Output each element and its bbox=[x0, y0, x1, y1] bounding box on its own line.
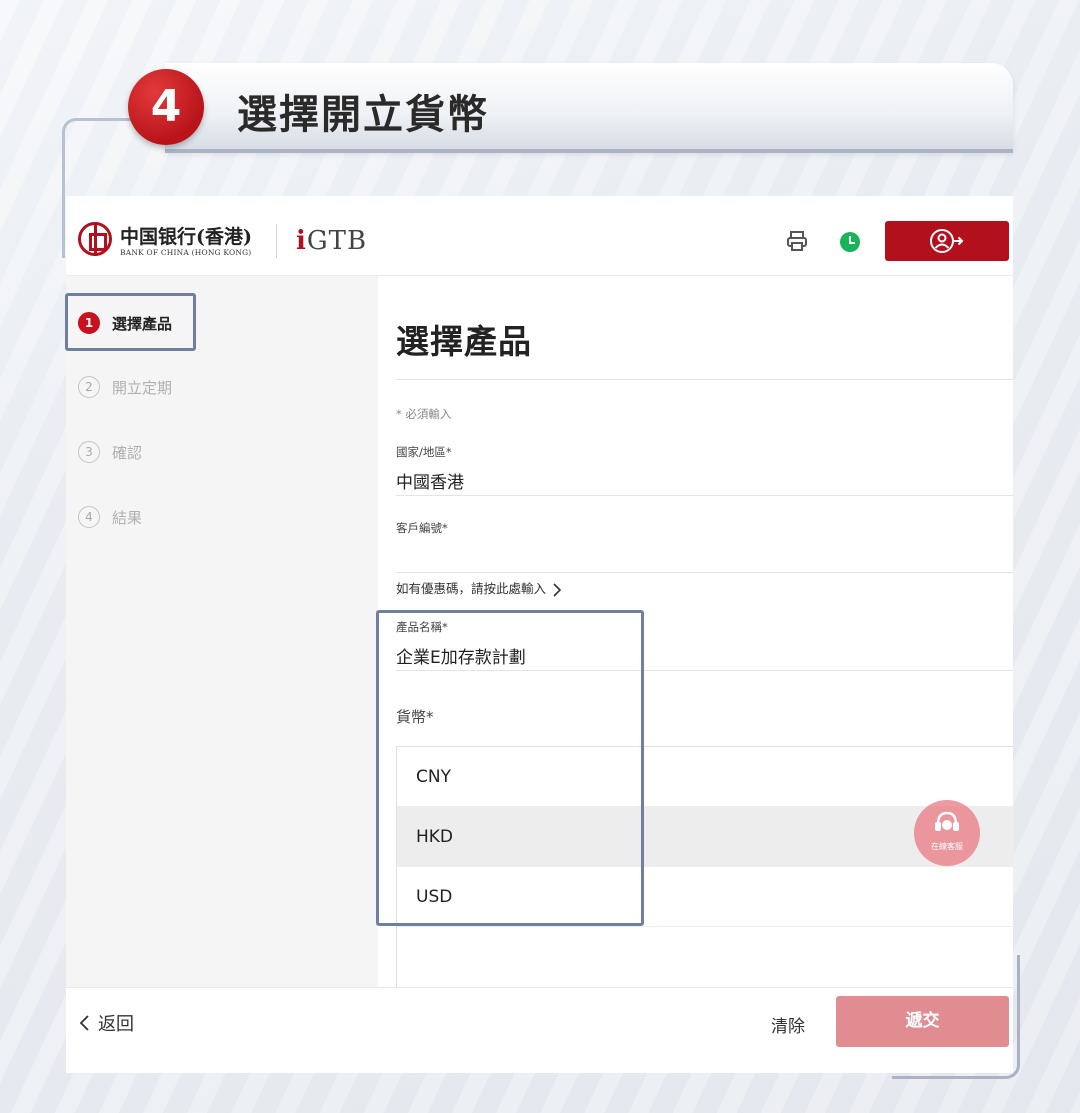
divider bbox=[396, 379, 1013, 380]
form-title: 選擇產品 bbox=[396, 322, 532, 361]
back-button[interactable]: 返回 bbox=[78, 1010, 134, 1036]
banner-title: 選擇開立貨幣 bbox=[237, 92, 489, 138]
highlight-box-currency bbox=[376, 610, 644, 926]
sidebar-step-3[interactable]: 3 確認 bbox=[78, 441, 142, 463]
customer-number-label: 客戶編號* bbox=[396, 521, 448, 535]
printer-icon[interactable] bbox=[786, 230, 808, 252]
highlight-box-step bbox=[65, 293, 196, 351]
country-value[interactable]: 中國香港 bbox=[396, 468, 464, 493]
wizard-sidebar: 1 選擇產品 2 開立定期 3 確認 4 結果 bbox=[66, 276, 378, 987]
divider bbox=[396, 572, 1013, 573]
headset-icon bbox=[935, 811, 959, 831]
divider bbox=[396, 495, 1013, 496]
required-note: * 必須輸入 bbox=[396, 407, 452, 421]
clock-icon[interactable] bbox=[840, 232, 860, 252]
sidebar-step-4[interactable]: 4 結果 bbox=[78, 506, 142, 528]
clear-button[interactable]: 清除 bbox=[771, 1012, 805, 1037]
promo-code-link[interactable]: 如有優惠碼，請按此處輸入 bbox=[396, 578, 562, 597]
chat-label: 在線客服 bbox=[931, 842, 963, 851]
customer-number-value[interactable] bbox=[396, 542, 696, 564]
logout-button[interactable] bbox=[885, 221, 1009, 261]
chevron-right-icon bbox=[553, 582, 562, 597]
sidebar-step-2[interactable]: 2 開立定期 bbox=[78, 376, 172, 398]
logo-english-text: BANK OF CHINA (HONG KONG) bbox=[120, 248, 252, 257]
igtb-logo: iGTB bbox=[296, 226, 368, 256]
chevron-left-icon bbox=[79, 1015, 89, 1031]
logo-divider bbox=[276, 224, 277, 258]
boc-logo-icon bbox=[78, 222, 112, 256]
bottom-bar: 返回 清除 遞交 bbox=[66, 987, 1013, 1073]
logout-icon bbox=[930, 229, 964, 253]
logo-chinese-text: 中国银行(香港) bbox=[120, 226, 252, 248]
online-chat-button[interactable]: 在線客服 bbox=[914, 800, 980, 866]
country-label: 國家/地區* bbox=[396, 445, 452, 459]
decorative-frame-right bbox=[892, 955, 1020, 1079]
top-bar: 中国银行(香港) BANK OF CHINA (HONG KONG) iGTB bbox=[66, 196, 1013, 276]
step-number-badge: 4 bbox=[128, 69, 204, 145]
